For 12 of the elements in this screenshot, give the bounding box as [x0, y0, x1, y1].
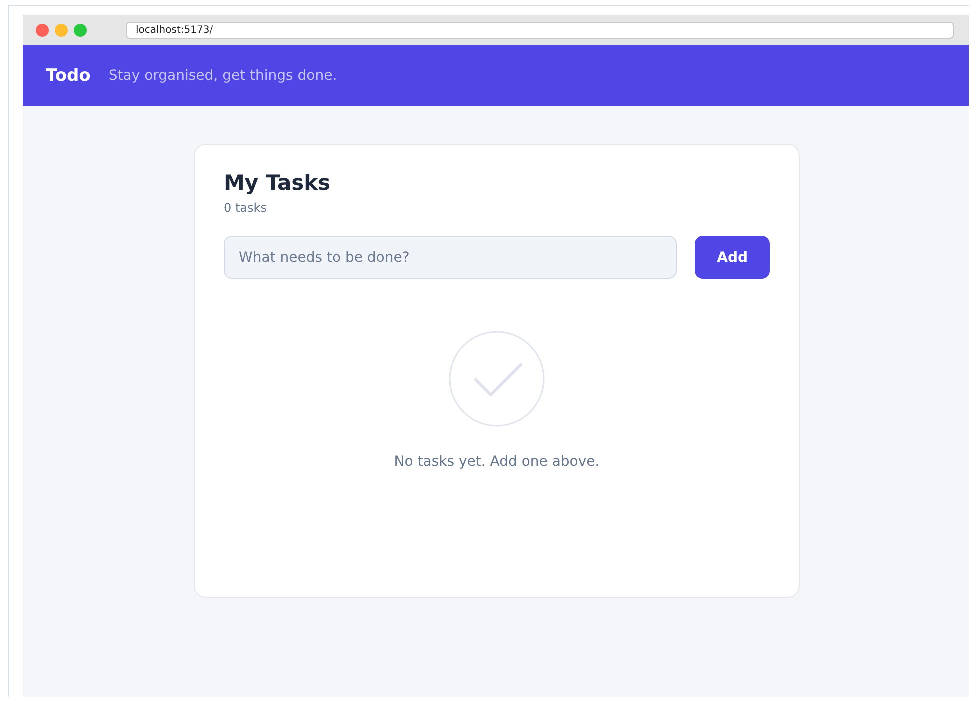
check-circle-icon — [449, 331, 545, 427]
close-icon[interactable] — [36, 24, 49, 36]
empty-message: No tasks yet. Add one above. — [394, 454, 600, 470]
add-button[interactable]: Add — [695, 236, 770, 279]
card-title: My Tasks — [224, 171, 332, 195]
maximize-icon[interactable] — [74, 24, 87, 36]
task-count: 0 tasks — [224, 201, 268, 215]
address-bar[interactable]: localhost:5173/ — [126, 22, 954, 38]
task-input-field[interactable]: What needs to be done? — [224, 236, 678, 279]
minimize-icon[interactable] — [55, 24, 68, 36]
brand-title: Todo — [46, 66, 91, 86]
tagline: Stay organised, get things done. — [108, 68, 338, 84]
